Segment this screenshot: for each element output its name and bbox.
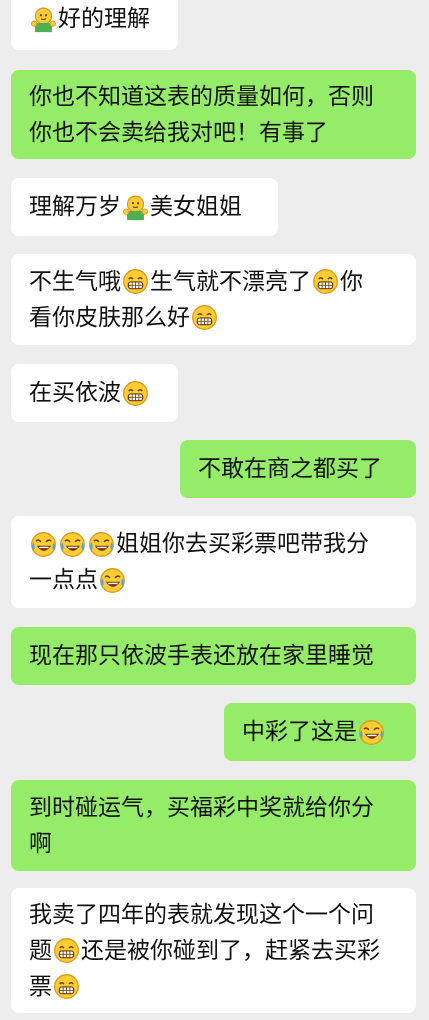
message-line: 你也不知道这表的质量如何，否则 — [29, 79, 398, 115]
cry-laugh-emoji-icon — [100, 567, 125, 593]
message-text: 我卖了四年的表就发现这个一个问 — [29, 901, 374, 928]
message-line: 你也不会卖给我对吧！有事了 — [29, 115, 398, 151]
outgoing-message-bubble[interactable]: 中彩了这是 — [224, 703, 416, 761]
message-text: 不敢在商之都买了 — [198, 456, 382, 482]
incoming-message-bubble[interactable]: 好的理解 — [11, 0, 178, 50]
cry-laugh-emoji-icon — [60, 531, 85, 557]
message-text: 你 — [340, 268, 363, 295]
outgoing-message-bubble[interactable]: 你也不知道这表的质量如何，否则 你也不会卖给我对吧！有事了 — [11, 70, 416, 159]
incoming-message-bubble[interactable]: 不生气哦 生气就不漂亮了 你看你皮肤那么好 — [11, 254, 416, 345]
cry-laugh-emoji-icon — [359, 719, 384, 745]
message-text: 你也不知道这表的质量如何，否则 — [29, 83, 374, 110]
message-text: 到时碰运气，买福彩中奖就给你分 — [29, 794, 374, 821]
outgoing-message-bubble[interactable]: 现在那只依波手表还放在家里睡觉 — [11, 627, 416, 685]
grin-emoji-icon — [54, 974, 79, 999]
incoming-message-bubble[interactable]: 在买依波 — [11, 364, 178, 422]
outgoing-message-bubble[interactable]: 到时碰运气，买福彩中奖就给你分啊 — [11, 780, 416, 871]
incoming-message-bubble[interactable]: 我卖了四年的表就发现这个一个问题 还是被你碰到了，赶紧去买彩票 — [11, 888, 416, 1013]
message-text: 美女姐姐 — [150, 194, 242, 220]
message-line: 在买依波 — [29, 375, 160, 411]
hug-emoji-icon — [123, 195, 148, 220]
message-text: 理解万岁 — [29, 194, 121, 220]
chat-screen: { "colors": { "background": "#ededed", "… — [0, 0, 429, 1020]
message-text: 姐姐你去买彩票吧带我分 — [116, 531, 369, 557]
grin-emoji-icon — [54, 938, 79, 963]
message-line: 中彩了这是 — [242, 714, 398, 750]
cry-laugh-emoji-icon — [89, 531, 114, 557]
message-line: 票 — [29, 969, 398, 1005]
grin-emoji-icon — [313, 269, 338, 294]
message-line: 理解万岁 美女姐姐 — [29, 189, 260, 225]
message-line: 姐姐你去买彩票吧带我分 — [29, 526, 398, 562]
message-text: 在买依波 — [29, 380, 121, 406]
message-line: 一点点 — [29, 562, 398, 598]
message-text: 啊 — [29, 830, 52, 857]
grin-emoji-icon — [123, 269, 148, 294]
message-text: 中彩了这是 — [242, 719, 357, 745]
message-line: 题 还是被你碰到了，赶紧去买彩 — [29, 933, 398, 969]
message-text: 现在那只依波手表还放在家里睡觉 — [29, 643, 374, 669]
message-line: 不敢在商之都买了 — [198, 451, 398, 487]
outgoing-message-bubble[interactable]: 不敢在商之都买了 — [180, 440, 416, 498]
message-line: 我卖了四年的表就发现这个一个问 — [29, 897, 398, 933]
grin-emoji-icon — [123, 380, 148, 406]
message-line: 到时碰运气，买福彩中奖就给你分 — [29, 790, 398, 826]
message-text: 不生气哦 — [29, 268, 121, 295]
incoming-message-bubble[interactable]: 理解万岁 美女姐姐 — [11, 178, 278, 236]
message-text: 生气就不漂亮了 — [150, 268, 311, 295]
message-text: 题 — [29, 937, 52, 964]
message-line: 啊 — [29, 826, 398, 862]
message-line: 好的理解 — [29, 1, 160, 37]
message-text: 票 — [29, 973, 52, 1000]
incoming-message-bubble[interactable]: 姐姐你去买彩票吧带我分 一点点 — [11, 516, 416, 608]
message-line: 看你皮肤那么好 — [29, 300, 398, 336]
message-line: 不生气哦 生气就不漂亮了 你 — [29, 264, 398, 300]
cry-laugh-emoji-icon — [31, 531, 56, 557]
message-line: 现在那只依波手表还放在家里睡觉 — [29, 638, 398, 674]
grin-emoji-icon — [192, 305, 217, 330]
message-text: 你也不会卖给我对吧！有事了 — [29, 119, 328, 146]
message-text: 还是被你碰到了，赶紧去买彩 — [81, 937, 380, 964]
hug-emoji-icon — [31, 7, 56, 32]
message-text: 看你皮肤那么好 — [29, 304, 190, 331]
message-text: 好的理解 — [58, 6, 150, 32]
message-text: 一点点 — [29, 567, 98, 593]
